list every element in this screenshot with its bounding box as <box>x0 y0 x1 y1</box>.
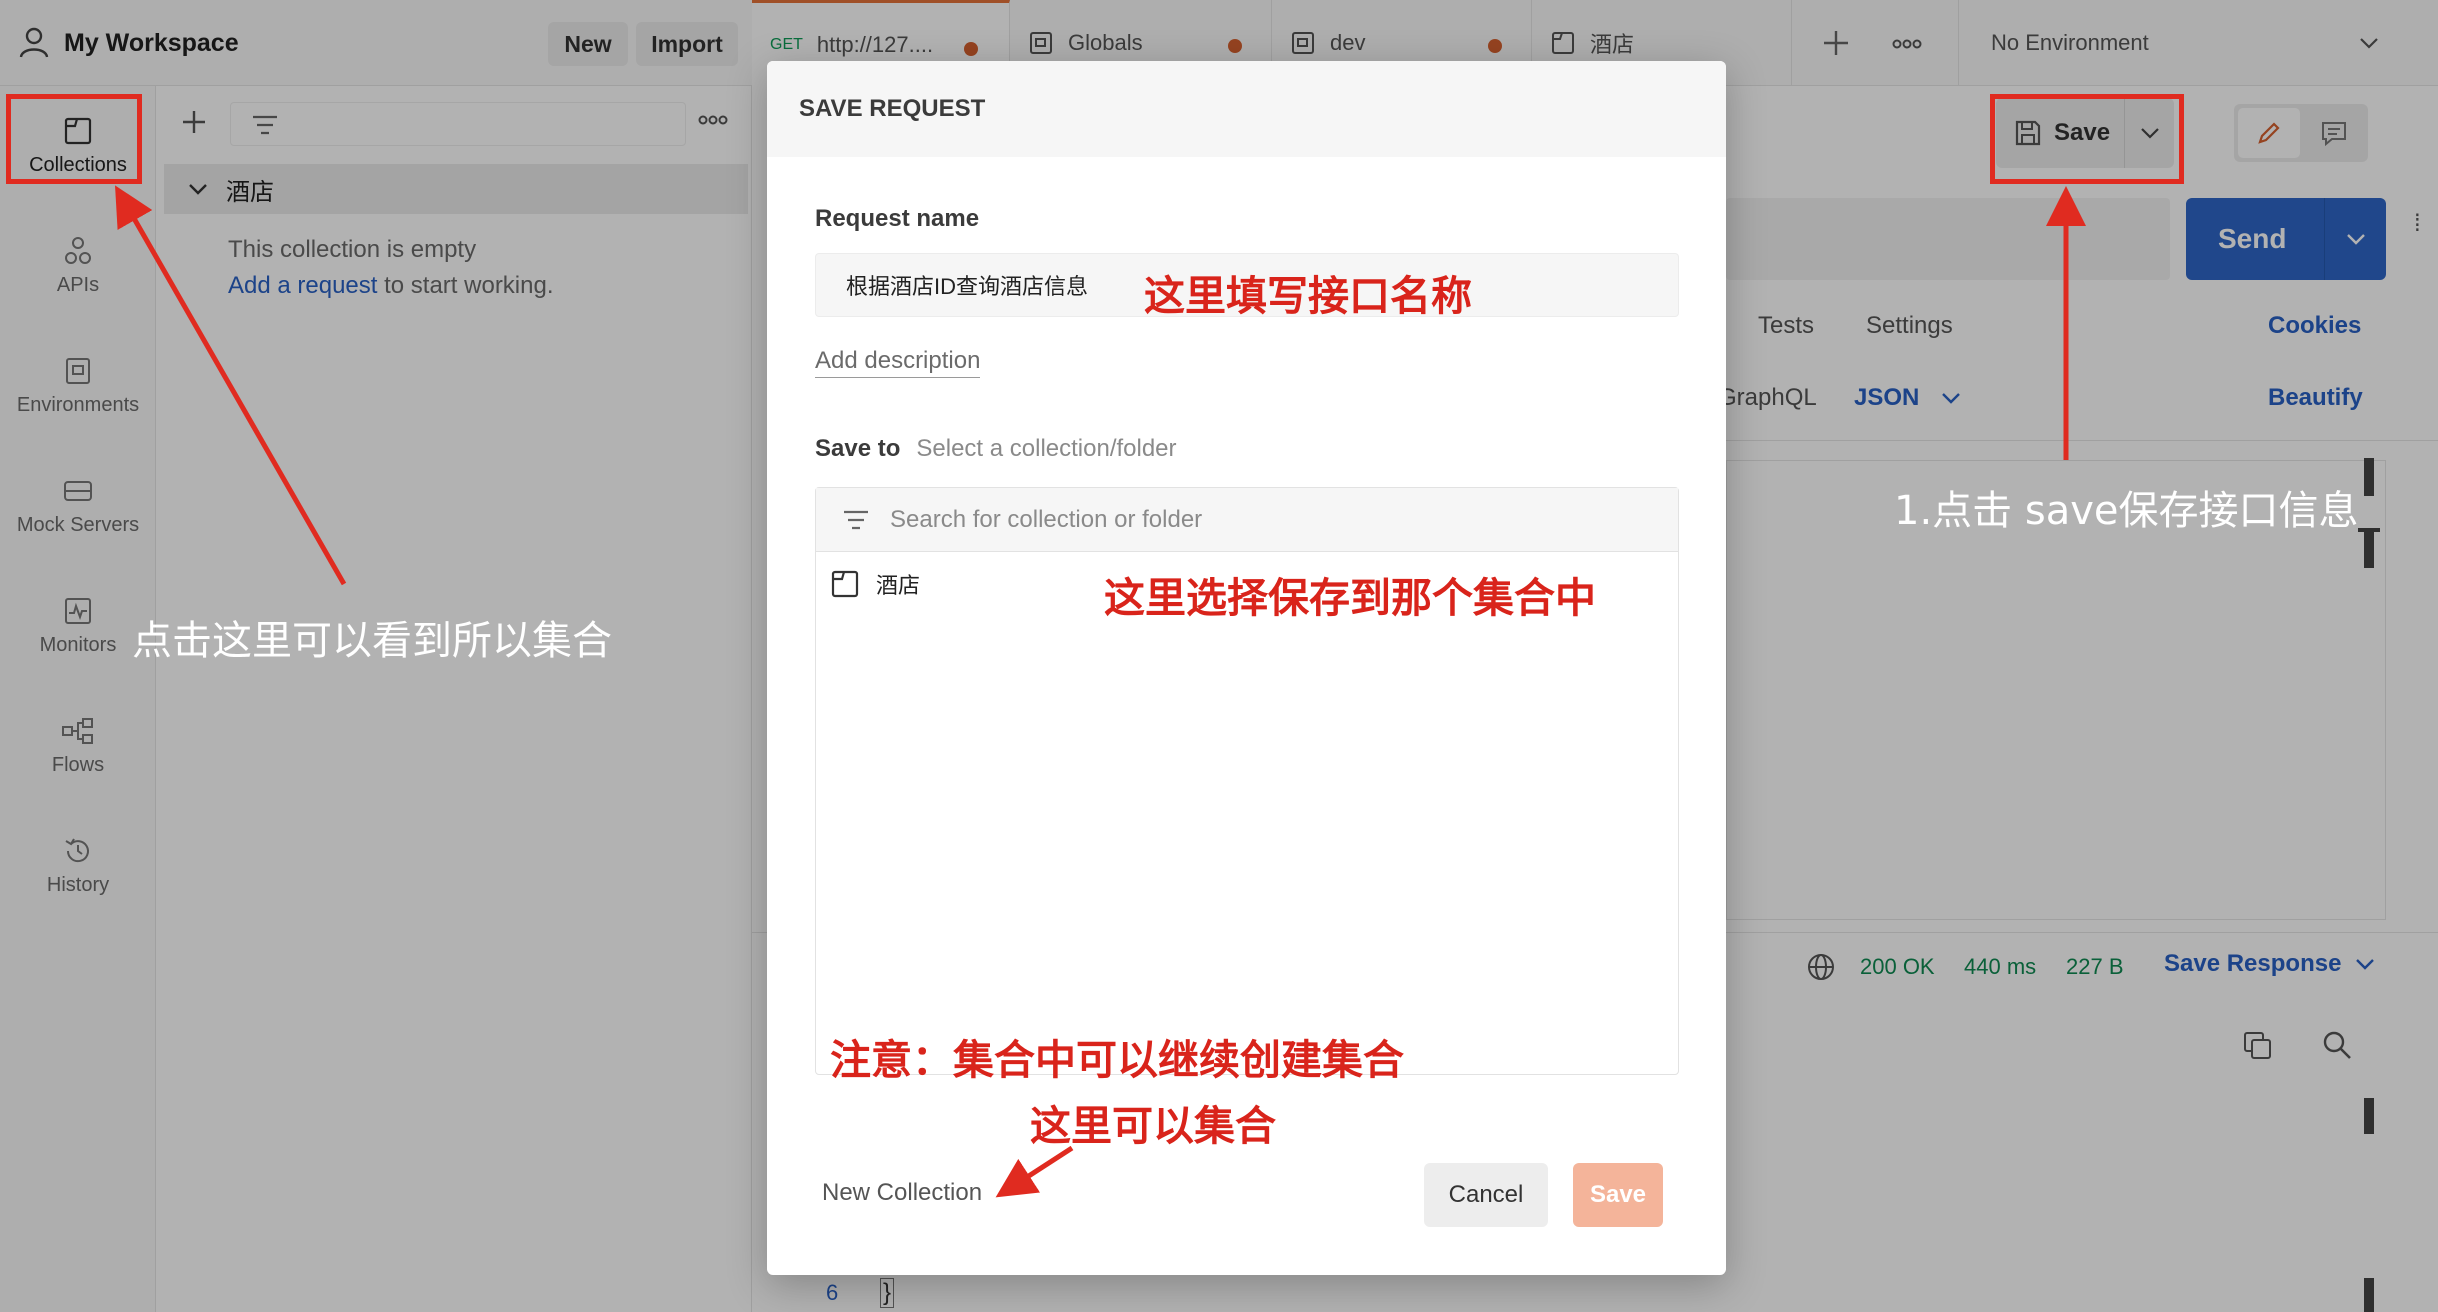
annotation-request-name: 这里填写接口名称 <box>1144 272 1472 320</box>
annotation-note: 注意：集合中可以继续创建集合 <box>830 1036 1404 1084</box>
annotation-view-collections: 点击这里可以看到所以集合 <box>132 618 612 664</box>
annotation-select-collection: 这里选择保存到那个集合中 <box>1104 574 1596 622</box>
arrow-to-collections <box>115 185 347 586</box>
annotation-new-collection: 这里可以集合 <box>1030 1102 1276 1150</box>
annotation-click-save: 1.点击 save保存接口信息 <box>1894 488 2359 534</box>
arrow-to-new-collection <box>995 1145 1074 1198</box>
